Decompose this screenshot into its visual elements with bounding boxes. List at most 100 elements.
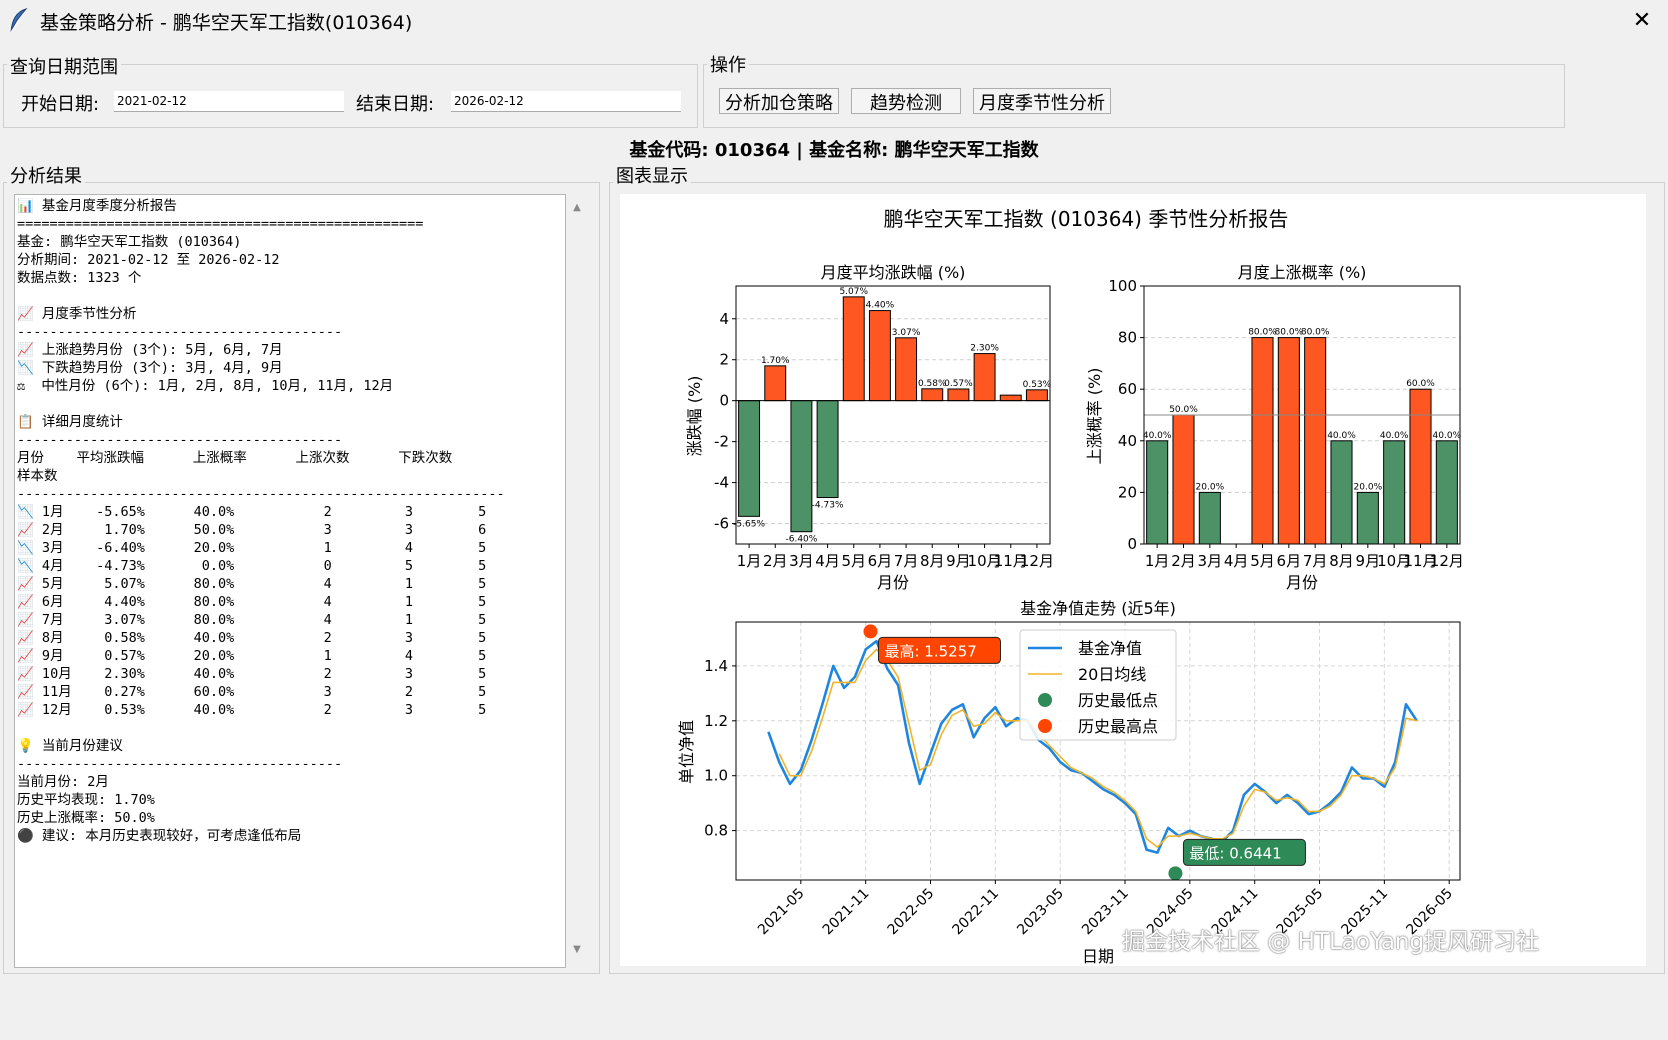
monthly-return-title: 月度平均涨跌幅 (%) [821,263,966,282]
nav-legend-label: 基金净值 [1078,639,1142,658]
nav-xtick-label: 2021-05 [755,886,808,939]
return-data-label: 1.70% [761,356,790,366]
scroll-down-icon[interactable]: ▼ [566,944,588,955]
upprob-ytick-label: 0 [1127,535,1137,553]
upprob-xtick-label: 8月 [1329,552,1354,570]
monthly-upprob-chart: 月度上涨概率 (%) 月份 上涨概率 (%) 0 20 40 60 80 100 40.0%… [1085,263,1464,592]
upprob-bar [1198,491,1221,545]
return-data-label: 0.57% [944,379,973,389]
upprob-data-label: 20.0% [1196,482,1225,492]
upprob-bar [1356,491,1379,545]
return-data-label: 2.30% [970,344,999,354]
upprob-data-label: 80.0% [1248,328,1277,338]
return-bar [921,388,944,402]
return-data-label: 5.07% [839,287,868,297]
monthly-seasonality-button[interactable]: 月度季节性分析 [973,88,1111,114]
monthly-upprob-title: 月度上涨概率 (%) [1238,263,1367,282]
monthly-return-chart: 月度平均涨跌幅 (%) 月份 涨跌幅 (%) -6 -4 -2 0 2 4 -5.65% 1月… [685,263,1054,592]
operations-group-label: 操作 [707,51,749,77]
monthly-upprob-xlabel: 月份 [1286,573,1318,592]
nav-ytick-label: 1.0 [704,767,728,785]
upprob-bar [1383,440,1406,545]
results-group-label: 分析结果 [7,162,85,188]
nav-trend-xlabel: 日期 [1082,947,1114,966]
start-date-label: 开始日期: [21,94,100,115]
upprob-xtick-label: 3月 [1198,552,1223,570]
return-xtick-label: 3月 [789,552,814,570]
return-data-label: -6.40% [785,535,817,545]
upprob-xtick-label: 1月 [1145,552,1170,570]
return-bar [868,310,891,402]
report-content: 📊 基金月度季度分析报告 ===========================… [17,198,505,844]
upprob-bar [1330,440,1353,545]
upprob-data-label: 40.0% [1433,431,1462,441]
upprob-data-label: 80.0% [1301,328,1330,338]
nav-ytick-label: 1.4 [704,657,728,675]
low-point-marker [1168,866,1183,881]
upprob-bar [1435,440,1458,545]
return-xtick-label: 6月 [868,552,893,570]
fund-info-header: 基金代码: 010364 | 基金名称: 鹏华空天军工指数 [629,140,1039,161]
close-icon: ✕ [1632,8,1652,33]
high-annotation-label: 最高: 1.5257 [884,642,976,660]
return-data-label: 0.58% [918,379,947,389]
nav-legend-swatch [1038,719,1052,733]
nav-trend-title: 基金净值走势 (近5年) [1020,599,1176,618]
upprob-bar [1251,337,1274,545]
nav-legend-label: 20日均线 [1078,665,1146,684]
monthly-return-ylabel: 涨跌幅 (%) [685,376,704,457]
date-range-group-label: 查询日期范围 [7,53,121,79]
return-xtick-label: 1月 [737,552,762,570]
window-title: 基金策略分析 - 鹏华空天军工指数(010364) [40,12,413,34]
return-bar [895,337,918,402]
return-xtick-label: 4月 [815,552,840,570]
analyze-position-strategy-button[interactable]: 分析加仓策略 [719,88,839,114]
return-data-label: 0.53% [1023,380,1052,390]
high-point-marker [863,624,878,639]
nav-xtick-label: 2022-11 [949,886,1002,939]
upprob-xtick-label: 4月 [1224,552,1249,570]
upprob-bar [1277,337,1300,545]
end-date-label: 结束日期: [356,94,435,115]
upprob-data-label: 40.0% [1380,431,1409,441]
trend-detection-button[interactable]: 趋势检测 [851,88,961,114]
feather-icon [10,8,28,33]
nav-trend-chart: 基金净值走势 (近5年) 日期 单位净值 0.8 1.0 1.2 1.4 2021-05… [677,599,1461,966]
nav-trend-ylabel: 单位净值 [677,720,696,784]
upprob-xtick-label: 2月 [1171,552,1196,570]
return-bar [999,394,1022,402]
nav-legend-label: 历史最低点 [1078,691,1158,710]
return-data-label: 3.07% [892,328,921,338]
return-bar [764,365,787,402]
upprob-ytick-label: 60 [1118,380,1137,398]
return-xtick-label: 2月 [763,552,788,570]
upprob-data-label: 40.0% [1327,431,1356,441]
return-bar [842,296,865,402]
return-xtick-label: 8月 [920,552,945,570]
scroll-up-icon[interactable]: ▲ [566,202,588,213]
return-ytick-label: -6 [714,515,729,533]
return-ytick-label: 2 [719,351,729,369]
upprob-bar [1146,440,1169,545]
report-suptitle: 鹏华空天军工指数 (010364) 季节性分析报告 [884,207,1289,231]
return-ytick-label: -4 [714,474,729,492]
return-bar [738,400,761,517]
upprob-xtick-label: 5月 [1250,552,1275,570]
upprob-data-label: 50.0% [1169,405,1198,415]
upprob-ytick-label: 40 [1118,432,1137,450]
return-bar [1025,389,1048,402]
start-date-input[interactable] [114,91,344,112]
nav-legend-swatch [1038,693,1052,707]
chart-canvas: 鹏华空天军工指数 (010364) 季节性分析报告 月度平均涨跌幅 (%) 月份… [620,194,1646,966]
end-date-input[interactable] [451,91,681,112]
return-bar [816,400,839,499]
nav-xtick-label: 2022-05 [885,886,938,939]
report-scrollbar[interactable]: ▲ ▼ [566,194,588,966]
report-text-area[interactable]: 📊 基金月度季度分析报告 ===========================… [14,194,566,968]
return-data-label: 4.40% [866,301,895,311]
close-button[interactable]: ✕ [1622,4,1662,38]
charts-svg: 鹏华空天军工指数 (010364) 季节性分析报告 月度平均涨跌幅 (%) 月份… [677,207,1464,966]
return-bar [790,400,813,533]
upprob-data-label: 80.0% [1275,328,1304,338]
upprob-data-label: 60.0% [1406,379,1435,389]
